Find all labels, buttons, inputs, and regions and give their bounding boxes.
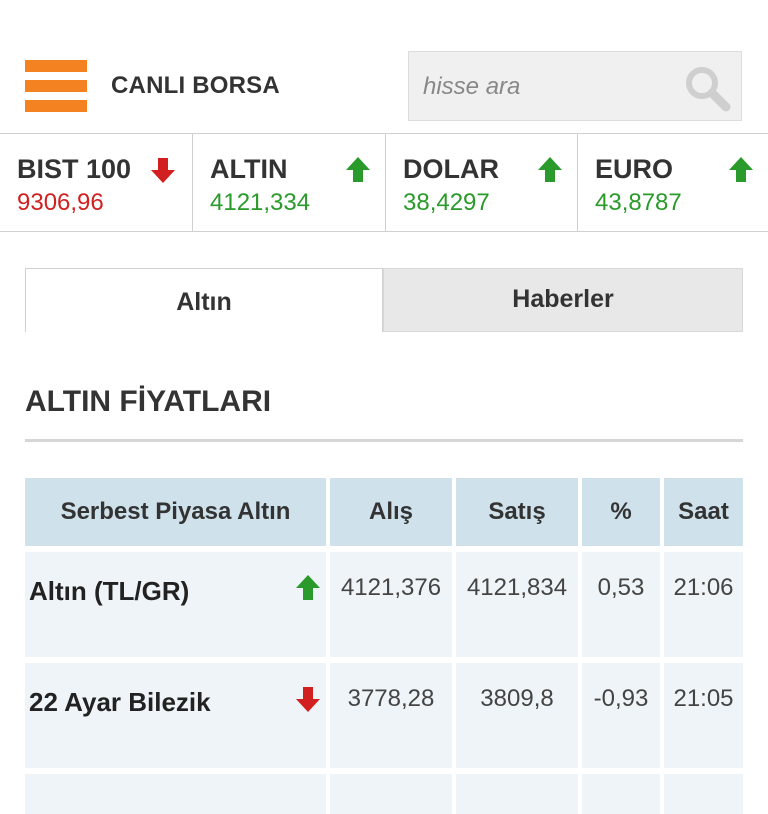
column-header: Satış (456, 478, 578, 546)
tab-bar: Altın Haberler (25, 268, 743, 334)
arrow-down-icon (296, 687, 320, 712)
buy-price: 3778,28 (347, 685, 435, 712)
tab-altin[interactable]: Altın (25, 268, 383, 332)
ticker-name: ALTIN (210, 154, 288, 184)
hamburger-menu-icon[interactable] (25, 60, 87, 112)
update-time: 21:05 (673, 685, 734, 712)
column-header: % (582, 478, 660, 546)
tab-haberler[interactable]: Haberler (383, 268, 743, 332)
buy-price: 4121,376 (340, 574, 442, 601)
table-header-row: Serbest Piyasa Altın Alış Satış % Saat (25, 478, 768, 546)
ticker-value: 9306,96 (17, 189, 104, 216)
search-input[interactable] (421, 68, 675, 106)
ticker-name: BIST 100 (17, 154, 132, 184)
gold-price-table: Serbest Piyasa Altın Alış Satış % Saat A… (25, 478, 743, 814)
section-divider (25, 439, 743, 442)
sell-price: 3809,8 (480, 685, 554, 712)
arrow-down-icon (151, 158, 175, 183)
ticker-value: 4121,334 (210, 189, 311, 216)
ticker-name: DOLAR (403, 154, 499, 184)
arrow-up-icon (296, 575, 320, 600)
row-name: 22 Ayar Bilezik (29, 687, 211, 717)
market-ticker: BIST 100 9306,96 ALTIN 4121,334 DOLAR 38… (0, 133, 768, 232)
table-row[interactable] (25, 774, 743, 814)
ticker-value: 43,8787 (595, 189, 682, 216)
arrow-up-icon (346, 157, 370, 182)
column-header: Saat (664, 478, 743, 546)
arrow-up-icon (729, 157, 753, 182)
brand-title[interactable]: CANLI BORSA (111, 72, 280, 100)
ticker-item-altin[interactable]: ALTIN 4121,334 (193, 134, 386, 231)
app-header: CANLI BORSA (0, 0, 768, 132)
ticker-value: 38,4297 (403, 189, 490, 216)
table-row[interactable]: 22 Ayar Bilezik 3778,28 3809,8 -0,93 21:… (25, 663, 743, 768)
ticker-name: EURO (595, 154, 674, 184)
ticker-item-dolar[interactable]: DOLAR 38,4297 (386, 134, 578, 231)
sell-price: 4121,834 (466, 574, 568, 601)
column-header: Alış (330, 478, 452, 546)
search-icon[interactable] (681, 62, 733, 114)
column-header: Serbest Piyasa Altın (25, 478, 326, 546)
ticker-item-euro[interactable]: EURO 43,8787 (578, 134, 768, 231)
search-box[interactable] (408, 51, 742, 121)
section-title: ALTIN FİYATLARI (25, 385, 272, 418)
row-name: Altın (TL/GR) (29, 576, 190, 606)
table-row[interactable]: Altın (TL/GR) 4121,376 4121,834 0,53 21:… (25, 552, 743, 657)
change-percent: 0,53 (597, 574, 645, 601)
update-time: 21:06 (673, 574, 734, 601)
change-percent: -0,93 (593, 685, 649, 712)
arrow-up-icon (538, 157, 562, 182)
ticker-item-bist100[interactable]: BIST 100 9306,96 (0, 134, 193, 231)
